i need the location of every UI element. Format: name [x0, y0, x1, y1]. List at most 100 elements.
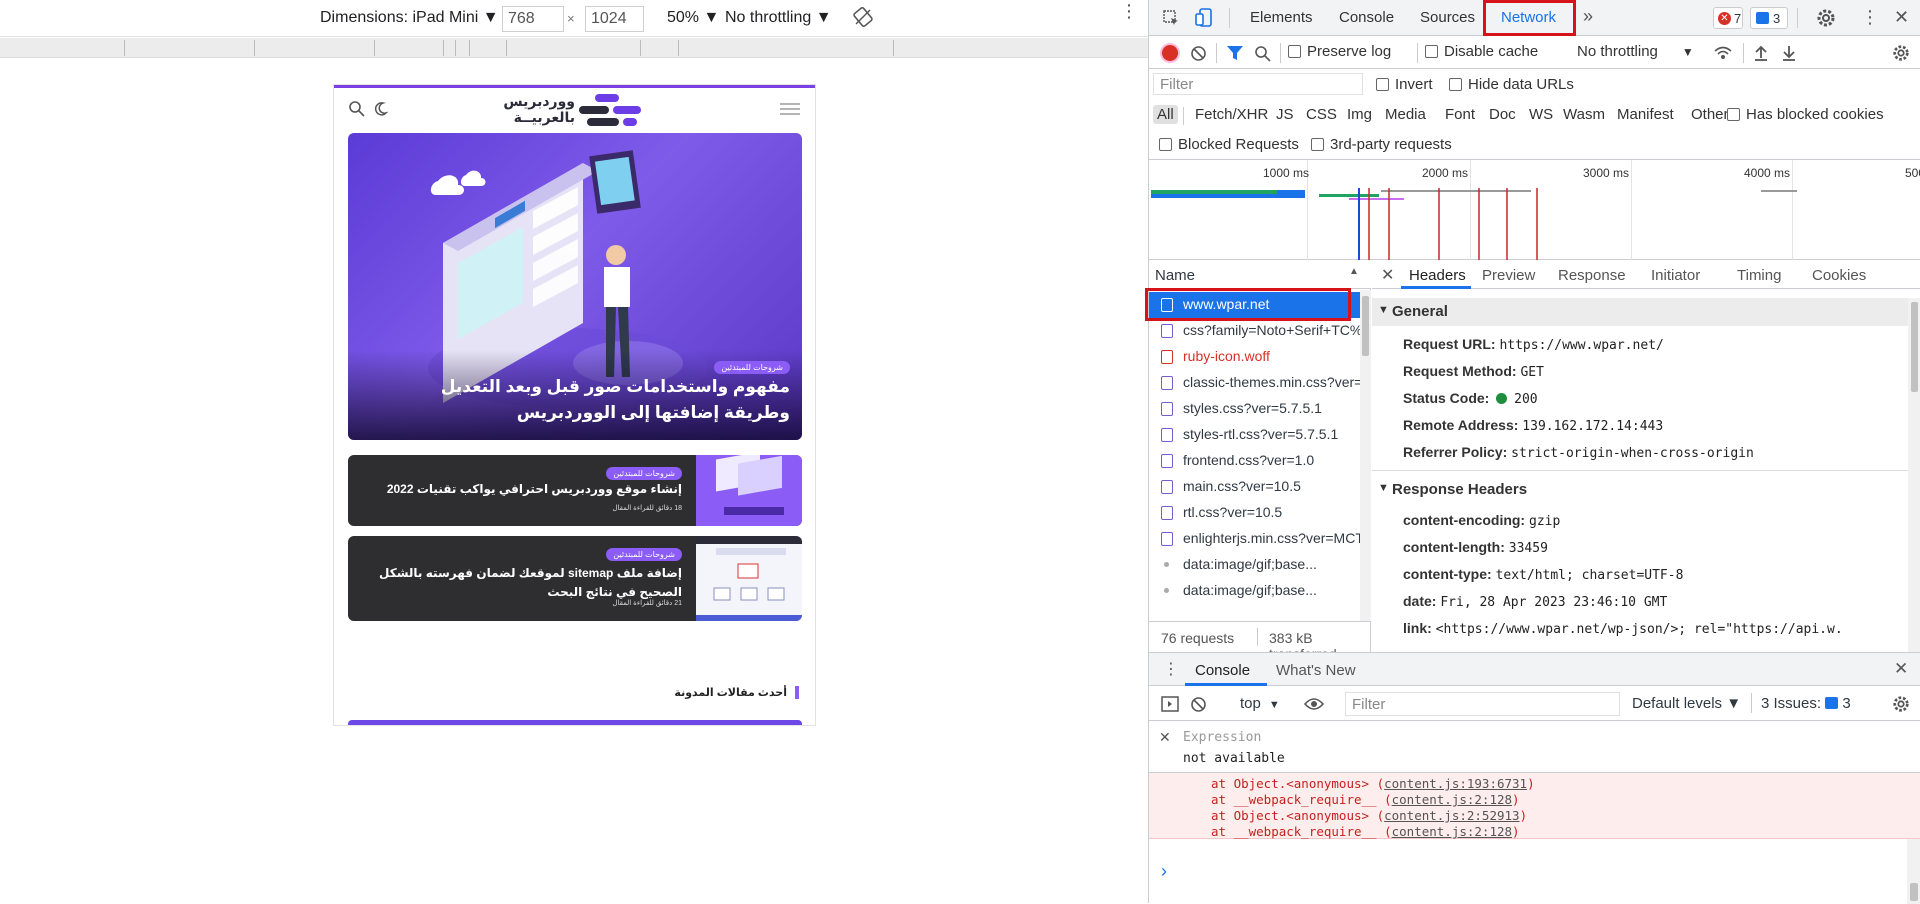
type-manifest[interactable]: Manifest [1617, 106, 1674, 123]
hero-title[interactable]: مفهوم واستخدامات صور قبل وبعد التعديل وط… [370, 374, 790, 426]
disable-cache-checkbox[interactable]: Disable cache [1425, 43, 1538, 60]
blocked-requests-checkbox[interactable]: Blocked Requests [1159, 136, 1299, 153]
third-party-requests-checkbox[interactable]: 3rd-party requests [1311, 136, 1452, 153]
search-network-icon[interactable] [1254, 45, 1271, 62]
sort-up-icon[interactable]: ▲ [1349, 266, 1359, 277]
tab-cookies[interactable]: Cookies [1812, 267, 1866, 284]
rotate-icon[interactable] [853, 7, 873, 27]
device-dimensions-dropdown[interactable]: Dimensions: iPad Mini ▼ [320, 9, 499, 27]
clear-icon[interactable] [1190, 45, 1207, 62]
network-conditions-icon[interactable] [1713, 45, 1733, 61]
request-row[interactable]: main.css?ver=10.5 [1149, 474, 1361, 500]
clear-console-icon[interactable] [1190, 696, 1207, 713]
filter-icon[interactable] [1226, 45, 1244, 61]
request-row[interactable]: frontend.css?ver=1.0 [1149, 448, 1361, 474]
request-row[interactable]: data:image/gif;base... [1149, 552, 1361, 578]
post-card-2-title[interactable]: إضافة ملف sitemap لموقعك لضمان فهرسته با… [372, 564, 682, 602]
console-settings-icon[interactable] [1892, 695, 1910, 713]
console-filter-input[interactable]: Filter [1345, 692, 1620, 716]
message-counter[interactable]: 3 [1750, 7, 1788, 29]
devtools-menu-icon[interactable]: ⋮ [1861, 7, 1879, 28]
log-levels-dropdown[interactable]: Default levels ▼ [1632, 695, 1741, 712]
network-settings-icon[interactable] [1892, 44, 1910, 62]
context-selector[interactable]: top ▼ [1240, 695, 1280, 712]
zoom-dropdown[interactable]: 50% ▼ [667, 9, 719, 27]
request-row[interactable]: styles-rtl.css?ver=5.7.5.1 [1149, 422, 1361, 448]
type-ws[interactable]: WS [1529, 106, 1553, 123]
post-card-2-tag[interactable]: شروحات للمبتدئين [606, 548, 682, 561]
menu-icon[interactable] [778, 102, 802, 116]
invert-checkbox[interactable]: Invert [1376, 76, 1433, 93]
type-doc[interactable]: Doc [1489, 106, 1516, 123]
export-har-icon[interactable] [1781, 44, 1797, 62]
request-row[interactable]: rtl.css?ver=10.5 [1149, 500, 1361, 526]
request-row[interactable]: ruby-icon.woff [1149, 344, 1361, 370]
search-icon[interactable] [348, 100, 366, 118]
media-query-ruler[interactable] [0, 38, 1148, 58]
settings-gear-icon[interactable] [1816, 8, 1836, 28]
console-sidebar-icon[interactable] [1161, 696, 1179, 712]
preserve-log-checkbox[interactable]: Preserve log [1288, 43, 1391, 60]
device-throttling-dropdown[interactable]: No throttling ▼ [725, 9, 832, 27]
record-icon[interactable] [1162, 45, 1178, 61]
request-row[interactable]: css?family=Noto+Serif+TC%3 [1149, 318, 1361, 344]
type-font[interactable]: Font [1445, 106, 1475, 123]
drawer-tab-whats-new[interactable]: What's New [1276, 662, 1356, 679]
frame-link[interactable]: content.js:2:128 [1392, 824, 1512, 839]
tab-timing[interactable]: Timing [1737, 267, 1781, 284]
error-counter[interactable]: ✕ 7 [1713, 7, 1743, 29]
request-row[interactable]: classic-themes.min.css?ver=1 [1149, 370, 1361, 396]
network-throttling-dropdown[interactable]: No throttling ▼ [1577, 43, 1694, 60]
name-column-header[interactable]: Name ▲ [1149, 262, 1371, 289]
import-har-icon[interactable] [1753, 44, 1769, 62]
device-width-input[interactable]: 768 [502, 6, 564, 32]
type-js[interactable]: JS [1276, 106, 1294, 123]
type-fetch-xhr[interactable]: Fetch/XHR [1195, 106, 1268, 123]
issues-counter[interactable]: 3 Issues: 3 [1761, 695, 1851, 712]
tab-sources[interactable]: Sources [1420, 9, 1475, 26]
has-blocked-cookies-checkbox[interactable]: Has blocked cookies [1727, 106, 1884, 123]
tab-headers[interactable]: Headers [1409, 267, 1466, 284]
request-row[interactable]: enlighterjs.min.css?ver=MCTh [1149, 526, 1361, 552]
tab-console[interactable]: Console [1339, 9, 1394, 26]
more-tabs-icon[interactable]: » [1583, 6, 1593, 27]
drawer-tab-console[interactable]: Console [1195, 662, 1250, 679]
network-filter-input[interactable]: Filter [1153, 73, 1363, 95]
type-img[interactable]: Img [1347, 106, 1372, 123]
frame-link[interactable]: content.js:193:6731 [1384, 776, 1527, 791]
tab-initiator[interactable]: Initiator [1651, 267, 1700, 284]
frame-link[interactable]: content.js:2:52913 [1384, 808, 1519, 823]
type-css[interactable]: CSS [1306, 106, 1337, 123]
hero-post[interactable]: شروحات للمبتدئين مفهوم واستخدامات صور قب… [348, 133, 802, 440]
post-card-2[interactable]: شروحات للمبتدئين إضافة ملف sitemap لموقع… [348, 536, 802, 621]
live-expression-eye-icon[interactable] [1304, 697, 1324, 711]
expression-label[interactable]: Expression [1183, 730, 1261, 745]
remove-expression-icon[interactable]: ✕ [1159, 729, 1171, 746]
console-prompt[interactable]: › [1161, 861, 1167, 882]
drawer-menu-icon[interactable]: ⋮ [1163, 659, 1179, 679]
response-headers-section-header[interactable]: ▼ Response Headers [1372, 476, 1912, 506]
type-media[interactable]: Media [1385, 106, 1426, 123]
console-scrollbar[interactable] [1907, 839, 1920, 904]
post-card-1-title[interactable]: إنشاء موقع ووردبريس احترافي يواكب تقنيات… [372, 480, 682, 499]
close-devtools-icon[interactable]: ✕ [1894, 7, 1909, 28]
post-card-1[interactable]: شروحات للمبتدئين إنشاء موقع ووردبريس احت… [348, 455, 802, 526]
hide-data-urls-checkbox[interactable]: Hide data URLs [1449, 76, 1574, 93]
type-wasm[interactable]: Wasm [1563, 106, 1605, 123]
post-card-1-tag[interactable]: شروحات للمبتدئين [606, 467, 682, 480]
more-options-icon[interactable]: ⋮ [1120, 2, 1138, 20]
type-other[interactable]: Other [1691, 106, 1729, 123]
general-section-header[interactable]: ▼ General [1372, 298, 1912, 326]
request-list-scrollbar[interactable] [1360, 290, 1371, 621]
request-row[interactable]: styles.css?ver=5.7.5.1 [1149, 396, 1361, 422]
network-overview-timeline[interactable]: 1000 ms 2000 ms 3000 ms 4000 ms 500 [1149, 160, 1920, 260]
close-drawer-icon[interactable]: ✕ [1894, 659, 1908, 679]
inspect-element-icon[interactable] [1162, 9, 1180, 27]
tab-preview[interactable]: Preview [1482, 267, 1535, 284]
site-logo[interactable]: ووردبريس بالعربيــة [503, 93, 647, 133]
type-all[interactable]: All [1153, 105, 1178, 124]
moon-icon[interactable] [372, 101, 388, 117]
request-row[interactable]: data:image/gif;base... [1149, 578, 1361, 604]
tab-elements[interactable]: Elements [1250, 9, 1313, 26]
hero-category-tag[interactable]: شروحات للمبتدئين [714, 361, 790, 374]
